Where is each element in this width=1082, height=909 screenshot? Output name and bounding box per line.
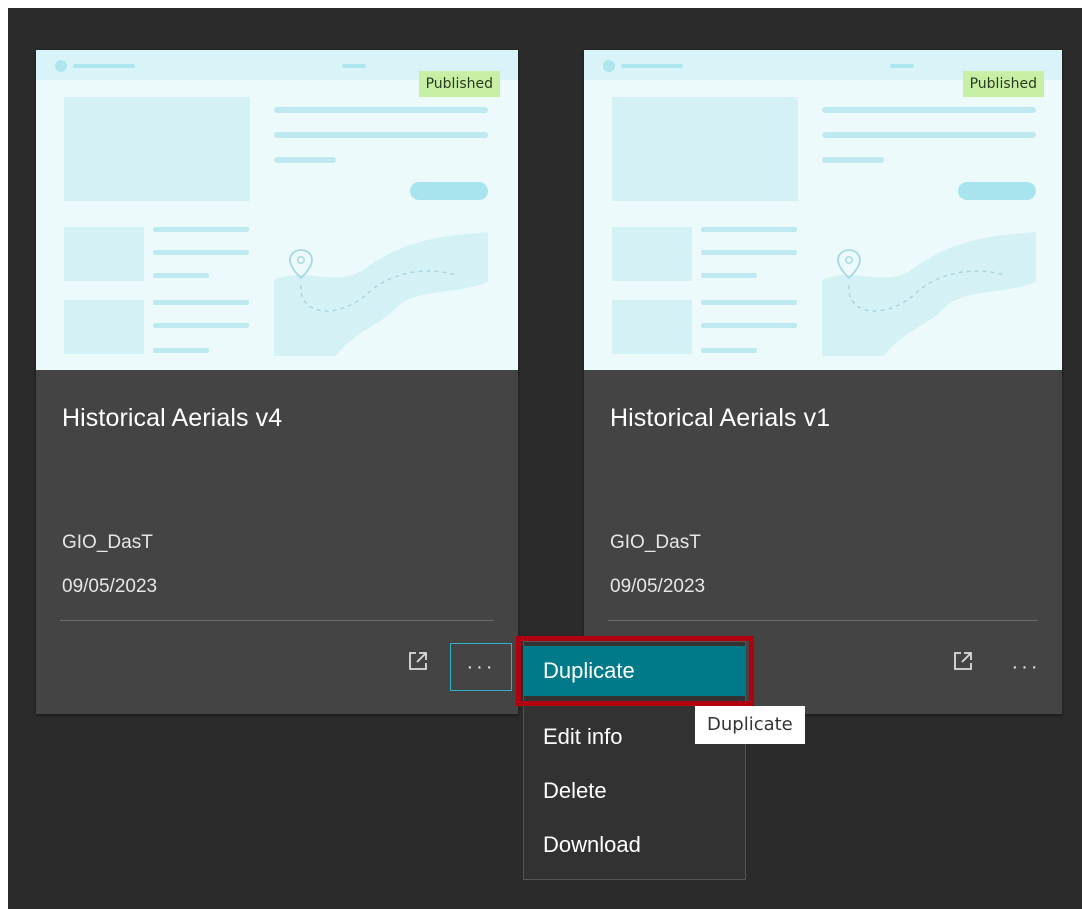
card-owner: GIO_DasT <box>610 532 701 553</box>
app-thumbnail[interactable]: Published <box>36 50 518 370</box>
card-title[interactable]: Historical Aerials v4 <box>62 404 282 433</box>
card-date: 09/05/2023 <box>62 576 158 597</box>
ellipsis-icon: ··· <box>1011 655 1041 678</box>
card-title[interactable]: Historical Aerials v1 <box>610 404 830 433</box>
menu-item-download[interactable]: Download <box>524 820 745 870</box>
card-divider <box>60 620 494 621</box>
app-card[interactable]: Published Historical Aerials v1 GIO_DasT… <box>584 50 1062 714</box>
external-link-icon <box>407 650 429 677</box>
published-badge: Published <box>962 71 1044 97</box>
app-background: Published Historical Aerials v4 GIO_DasT… <box>8 8 1082 909</box>
more-options-button[interactable]: ··· <box>995 643 1057 691</box>
more-options-button[interactable]: ··· <box>450 643 512 691</box>
open-in-new-tab-button[interactable] <box>401 646 435 680</box>
menu-item-delete[interactable]: Delete <box>524 766 745 816</box>
external-link-icon <box>952 650 974 677</box>
app-card[interactable]: Published Historical Aerials v4 GIO_DasT… <box>36 50 518 714</box>
app-thumbnail[interactable]: Published <box>584 50 1062 370</box>
tooltip: Duplicate <box>695 706 805 744</box>
menu-item-duplicate[interactable]: Duplicate <box>524 646 745 696</box>
ellipsis-icon: ··· <box>466 655 496 678</box>
open-in-new-tab-button[interactable] <box>946 646 980 680</box>
card-date: 09/05/2023 <box>610 576 706 597</box>
card-divider <box>608 620 1038 621</box>
published-badge: Published <box>418 71 500 97</box>
card-owner: GIO_DasT <box>62 532 153 553</box>
more-options-menu: Duplicate Edit info Delete Download <box>523 641 746 880</box>
